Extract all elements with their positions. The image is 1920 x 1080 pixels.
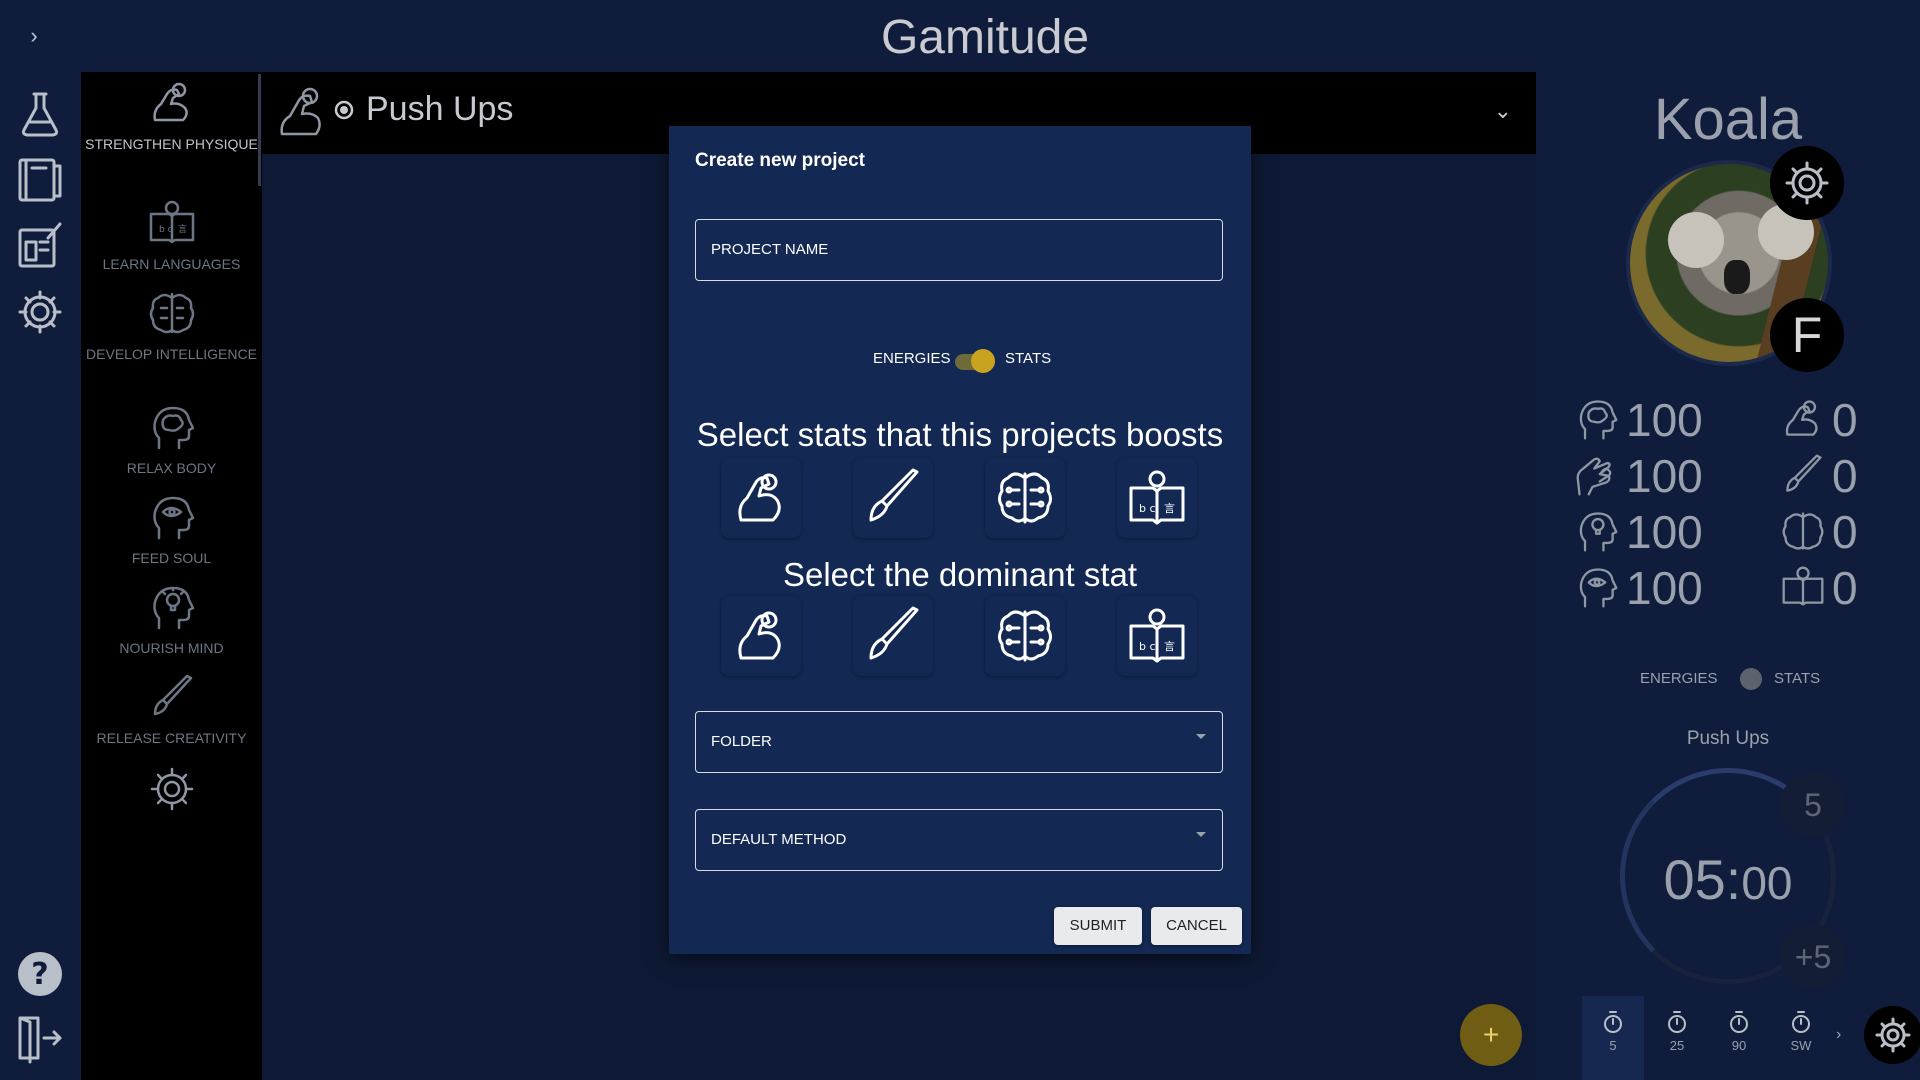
dialog-title: Create new project [695,150,865,171]
cancel-button[interactable]: CANCEL [1151,907,1242,945]
svg-text:b c: b c [1139,640,1156,653]
default-method-select-label: DEFAULT METHOD [711,831,847,848]
svg-text:言: 言 [1164,640,1175,653]
boost-stat-languages[interactable]: b c言 [1117,458,1197,538]
circuit-brain-icon [998,610,1052,662]
svg-text:b c: b c [1139,502,1156,515]
circuit-brain-icon [998,472,1052,524]
project-name-input[interactable]: PROJECT NAME [695,219,1223,281]
folder-select-label: FOLDER [711,733,772,750]
dropdown-caret-icon [1196,832,1206,837]
switch-label-stats: STATS [1005,350,1052,367]
dominant-stat-heading: Select the dominant stat [782,556,1138,593]
boost-stat-intelligence[interactable] [985,458,1065,538]
default-method-select[interactable]: DEFAULT METHOD [695,809,1223,871]
switch-label-energies: ENERGIES [873,350,951,367]
dominant-stat-creativity[interactable] [853,596,933,676]
svg-text:言: 言 [1164,502,1175,515]
switch-thumb[interactable] [971,349,995,373]
boost-stat-strength[interactable] [721,458,801,538]
create-project-dialog: Create new project PROJECT NAME ENERGIES… [669,126,1251,954]
brush-icon [869,606,919,660]
dominant-stat-intelligence[interactable] [985,596,1065,676]
boost-stats-heading: Select stats that this projects boosts [696,416,1224,453]
dominant-stat-languages[interactable]: b c言 [1117,596,1197,676]
flexed-arm-icon [738,473,781,522]
boost-stat-creativity[interactable] [853,458,933,538]
dropdown-caret-icon [1196,734,1206,739]
brush-icon [869,468,919,522]
language-book-icon: b c言 [1129,470,1185,525]
flexed-arm-icon [738,611,781,660]
submit-button[interactable]: SUBMIT [1054,907,1142,945]
project-name-placeholder: PROJECT NAME [711,241,829,258]
language-book-icon: b c言 [1129,608,1185,663]
energies-stats-switch: ENERGIES STATS [669,346,1251,376]
dominant-stat-strength[interactable] [721,596,801,676]
folder-select[interactable]: FOLDER [695,711,1223,773]
